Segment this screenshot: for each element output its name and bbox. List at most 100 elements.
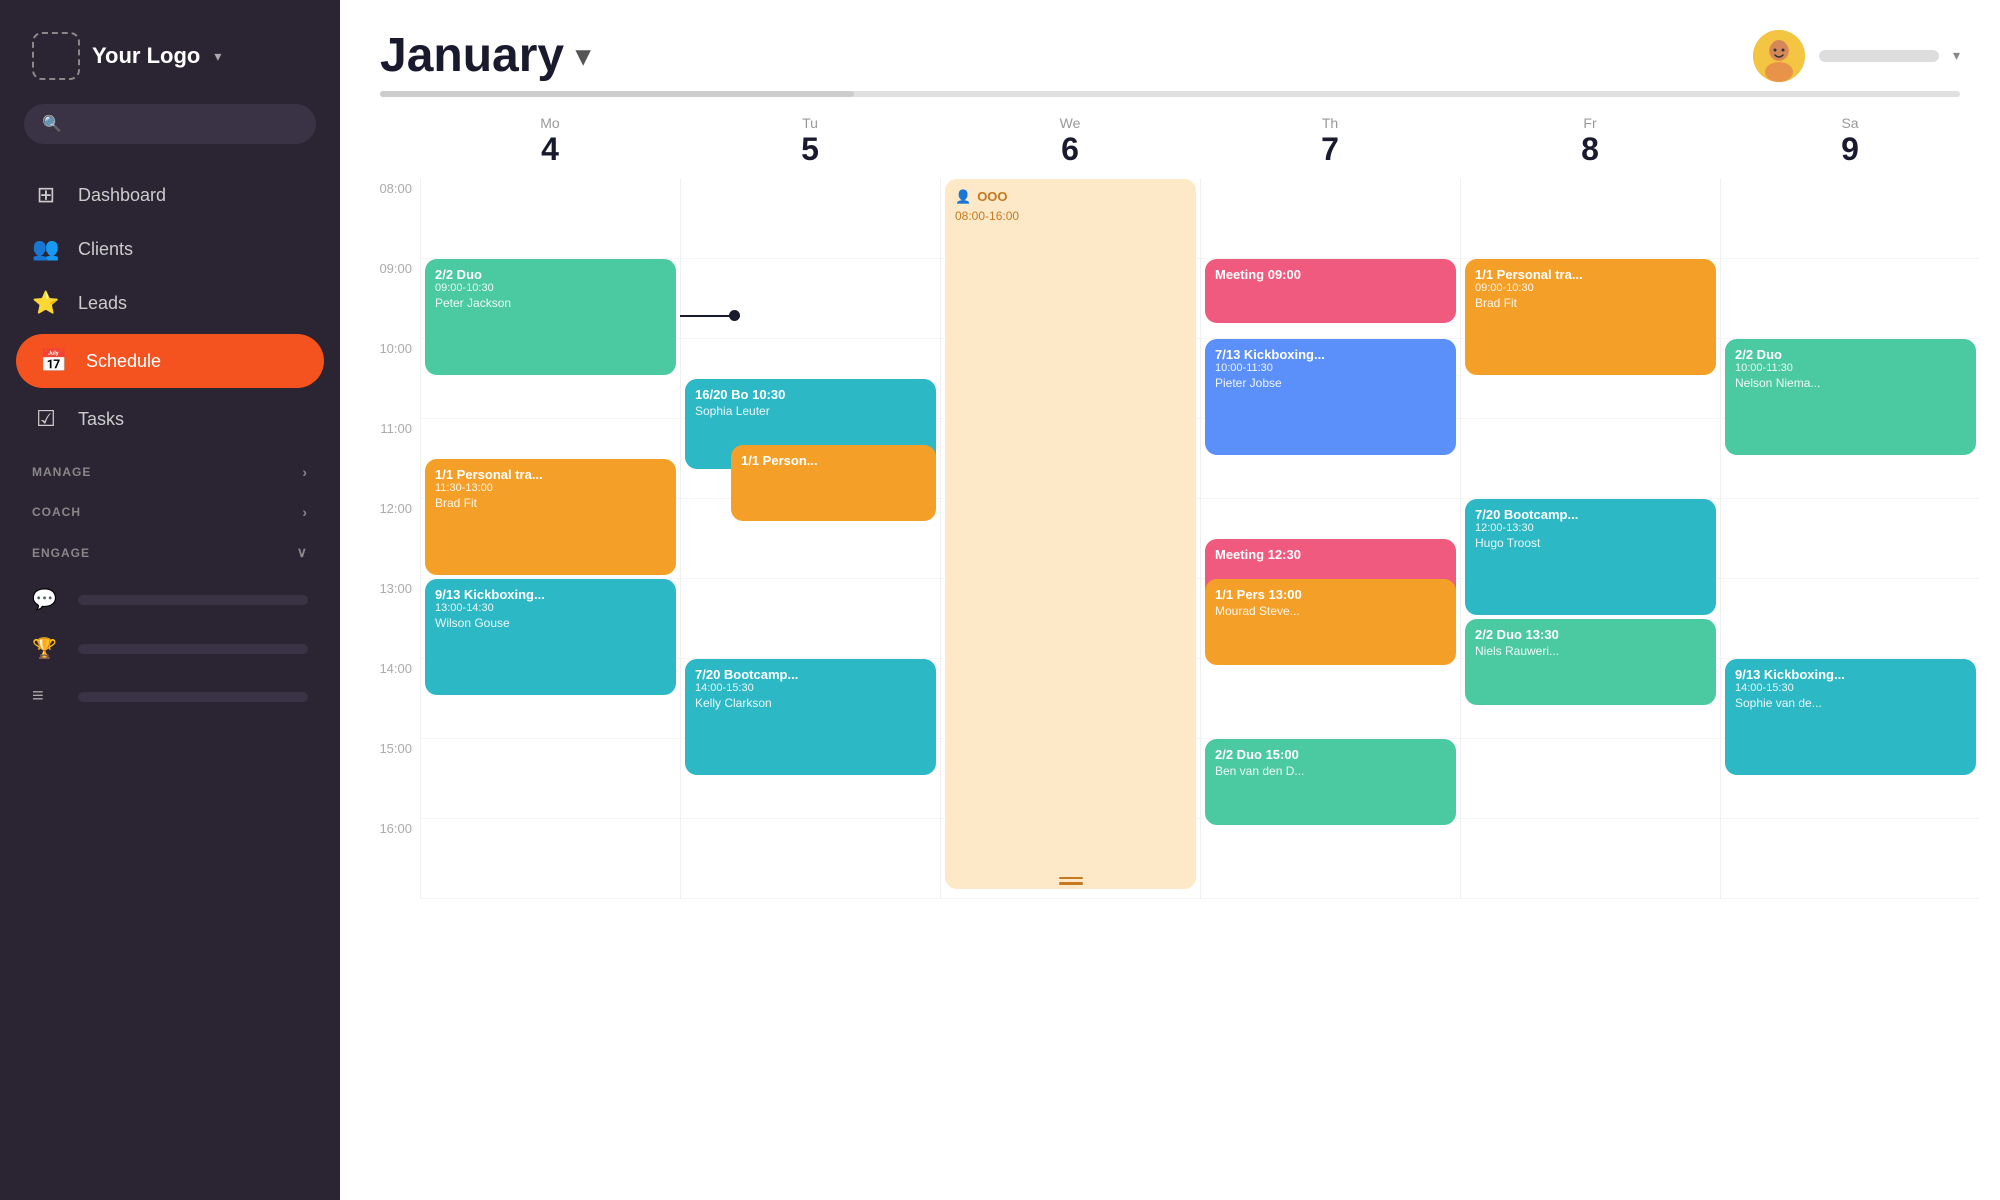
ooo-header: 👤 OOO bbox=[955, 189, 1186, 205]
search-icon: 🔍 bbox=[42, 114, 62, 134]
sidebar-item-tasks[interactable]: ☑ Tasks bbox=[0, 392, 340, 446]
event-fr-duo[interactable]: 2/2 Duo 13:30 Niels Rauweri... bbox=[1465, 619, 1716, 705]
day-header-we: We 6 bbox=[940, 105, 1200, 179]
engage-item-chat[interactable]: 💬 bbox=[0, 575, 340, 624]
day-number-sa: 9 bbox=[1720, 131, 1980, 168]
search-input[interactable] bbox=[72, 116, 298, 133]
leads-label: Leads bbox=[78, 293, 127, 314]
dashboard-icon: ⊞ bbox=[32, 182, 60, 208]
engage-item-bar-1 bbox=[78, 595, 308, 605]
drag-line-1 bbox=[1059, 877, 1083, 880]
event-th-kickboxing[interactable]: 7/13 Kickboxing... 10:00-11:30 Pieter Jo… bbox=[1205, 339, 1456, 455]
time-1200: 12:00 bbox=[360, 499, 420, 579]
logo-text: Your Logo bbox=[92, 43, 200, 69]
engage-item-list[interactable]: ≡ bbox=[0, 673, 340, 720]
month-title[interactable]: January ▾ bbox=[380, 28, 590, 83]
engage-section[interactable]: ENGAGE ∨ bbox=[0, 526, 340, 567]
event-person: Wilson Gouse bbox=[435, 616, 666, 630]
event-title: Meeting 09:00 bbox=[1215, 267, 1446, 282]
event-time: 11:30-13:00 bbox=[435, 482, 666, 494]
coach-label: COACH bbox=[32, 505, 81, 519]
sidebar-item-leads[interactable]: ⭐ Leads bbox=[0, 276, 340, 330]
event-tu-personal[interactable]: 1/1 Person... bbox=[731, 445, 936, 521]
day-name-sa: Sa bbox=[1720, 115, 1980, 131]
event-time: 09:00-10:30 bbox=[435, 282, 666, 294]
event-title: 2/2 Duo bbox=[1735, 347, 1966, 362]
coach-section[interactable]: COACH › bbox=[0, 486, 340, 526]
sidebar-item-clients[interactable]: 👥 Clients bbox=[0, 222, 340, 276]
day-number-we: 6 bbox=[940, 131, 1200, 168]
event-title: 7/20 Bootcamp... bbox=[1475, 507, 1706, 522]
clients-label: Clients bbox=[78, 239, 133, 260]
event-we-ooo[interactable]: 👤 OOO 08:00-16:00 bbox=[945, 179, 1196, 889]
dashboard-label: Dashboard bbox=[78, 185, 166, 206]
main-content: January ▾ ▾ bbox=[340, 0, 2000, 1200]
event-mo-duo[interactable]: 2/2 Duo 09:00-10:30 Peter Jackson bbox=[425, 259, 676, 375]
sidebar-item-schedule[interactable]: 📅 Schedule bbox=[16, 334, 324, 388]
event-title: 9/13 Kickboxing... bbox=[435, 587, 666, 602]
event-title: 1/1 Personal tra... bbox=[1475, 267, 1706, 282]
avatar[interactable] bbox=[1753, 30, 1805, 82]
event-person: Nelson Niema... bbox=[1735, 376, 1966, 390]
leads-icon: ⭐ bbox=[32, 290, 60, 316]
day-col-tu: 16/20 Bo 10:30 Sophia Leuter 1/1 Person.… bbox=[680, 179, 940, 899]
calendar-grid: Mo 4 Tu 5 We 6 Th 7 Fr 8 Sa 9 bbox=[360, 105, 1980, 905]
connection-line bbox=[680, 315, 740, 317]
manage-chevron-icon: › bbox=[302, 464, 308, 480]
day-name-fr: Fr bbox=[1460, 115, 1720, 131]
event-person: Brad Fit bbox=[435, 496, 666, 510]
event-th-meeting1[interactable]: Meeting 09:00 bbox=[1205, 259, 1456, 323]
day-header-fr: Fr 8 bbox=[1460, 105, 1720, 179]
event-person: Kelly Clarkson bbox=[695, 696, 926, 710]
event-time: 12:00-13:30 bbox=[1475, 522, 1706, 534]
clients-icon: 👥 bbox=[32, 236, 60, 262]
event-mo-kickboxing[interactable]: 9/13 Kickboxing... 13:00-14:30 Wilson Go… bbox=[425, 579, 676, 695]
event-title: 2/2 Duo bbox=[435, 267, 666, 282]
day-col-we: 👤 OOO 08:00-16:00 bbox=[940, 179, 1200, 899]
event-th-duo[interactable]: 2/2 Duo 15:00 Ben van den D... bbox=[1205, 739, 1456, 825]
day-number-mo: 4 bbox=[420, 131, 680, 168]
ooo-person-icon: 👤 bbox=[955, 189, 971, 205]
event-time: 09:00-10:30 bbox=[1475, 282, 1706, 294]
event-title: 1/1 Personal tra... bbox=[435, 467, 666, 482]
avatar-svg bbox=[1753, 30, 1805, 82]
day-name-tu: Tu bbox=[680, 115, 940, 131]
event-fr-bootcamp[interactable]: 7/20 Bootcamp... 12:00-13:30 Hugo Troost bbox=[1465, 499, 1716, 615]
ooo-time: 08:00-16:00 bbox=[955, 209, 1186, 223]
time-1300: 13:00 bbox=[360, 579, 420, 659]
engage-item-trophy[interactable]: 🏆 bbox=[0, 624, 340, 673]
trophy-icon: 🏆 bbox=[32, 636, 60, 661]
drag-handle[interactable] bbox=[1059, 877, 1083, 885]
calendar-container[interactable]: Mo 4 Tu 5 We 6 Th 7 Fr 8 Sa 9 bbox=[340, 105, 2000, 1200]
event-title: 1/1 Person... bbox=[741, 453, 926, 468]
header-user-chevron-icon[interactable]: ▾ bbox=[1953, 47, 1960, 64]
manage-label: MANAGE bbox=[32, 465, 91, 479]
event-time: 14:00-15:30 bbox=[695, 682, 926, 694]
event-person: Sophie van de... bbox=[1735, 696, 1966, 710]
event-th-personal[interactable]: 1/1 Pers 13:00 Mourad Steve... bbox=[1205, 579, 1456, 665]
event-person: Brad Fit bbox=[1475, 296, 1706, 310]
time-0900: 09:00 bbox=[360, 259, 420, 339]
logo-area[interactable]: Your Logo ▾ bbox=[0, 0, 340, 104]
event-title: 2/2 Duo 13:30 bbox=[1475, 627, 1706, 642]
event-mo-personal[interactable]: 1/1 Personal tra... 11:30-13:00 Brad Fit bbox=[425, 459, 676, 575]
event-title: 7/13 Kickboxing... bbox=[1215, 347, 1446, 362]
event-time: 14:00-15:30 bbox=[1735, 682, 1966, 694]
search-bar[interactable]: 🔍 bbox=[24, 104, 316, 144]
day-header-mo: Mo 4 bbox=[420, 105, 680, 179]
event-sa-duo[interactable]: 2/2 Duo 10:00-11:30 Nelson Niema... bbox=[1725, 339, 1976, 455]
event-sa-kickboxing[interactable]: 9/13 Kickboxing... 14:00-15:30 Sophie va… bbox=[1725, 659, 1976, 775]
day-col-mo: 2/2 Duo 09:00-10:30 Peter Jackson 1/1 Pe… bbox=[420, 179, 680, 899]
event-time: 10:00-11:30 bbox=[1215, 362, 1446, 374]
event-tu-bootcamp720[interactable]: 7/20 Bootcamp... 14:00-15:30 Kelly Clark… bbox=[685, 659, 936, 775]
chat-icon: 💬 bbox=[32, 587, 60, 612]
event-time: 10:00-11:30 bbox=[1735, 362, 1966, 374]
manage-section[interactable]: MANAGE › bbox=[0, 446, 340, 486]
sidebar-item-dashboard[interactable]: ⊞ Dashboard bbox=[0, 168, 340, 222]
connection-dot bbox=[729, 310, 740, 321]
event-person: Hugo Troost bbox=[1475, 536, 1706, 550]
event-fr-personal[interactable]: 1/1 Personal tra... 09:00-10:30 Brad Fit bbox=[1465, 259, 1716, 375]
time-header bbox=[360, 105, 420, 179]
event-time: 13:00-14:30 bbox=[435, 602, 666, 614]
month-text: January bbox=[380, 28, 564, 83]
